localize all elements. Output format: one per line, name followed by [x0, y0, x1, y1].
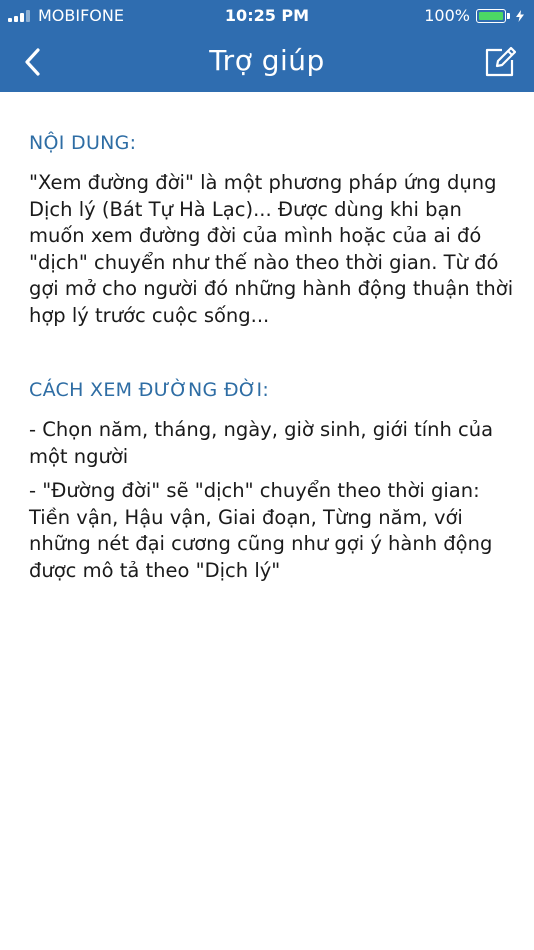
- status-bar: MOBIFONE 10:25 PM 100%: [0, 0, 534, 32]
- charging-icon: [516, 9, 524, 22]
- compose-icon: [485, 46, 516, 77]
- how-to-step-1: - Chọn năm, tháng, ngày, giờ sinh, giới …: [29, 418, 494, 468]
- how-to-step-2: - "Đường đời" sẽ "dịch" chuyển theo thời…: [29, 479, 493, 582]
- page-title: Trợ giúp: [209, 44, 325, 77]
- navigation-bar: Trợ giúp: [0, 32, 534, 92]
- help-content: NỘI DUNG: "Xem đường đời" là một phương …: [29, 132, 519, 584]
- section-heading-how-to: CÁCH XEM ĐƯỜNG ĐỜI:: [29, 379, 270, 401]
- help-screen: MOBIFONE 10:25 PM 100% Trợ giúp NỘI DUNG…: [0, 0, 534, 950]
- battery-fill: [479, 11, 503, 20]
- battery-icon: [476, 8, 506, 23]
- signal-icon: [8, 9, 32, 22]
- section-heading-content: NỘI DUNG:: [29, 132, 137, 154]
- status-right: 100%: [424, 6, 524, 25]
- chevron-left-icon: [25, 48, 40, 76]
- back-button[interactable]: [14, 44, 50, 80]
- carrier-label: MOBIFONE: [38, 6, 124, 25]
- battery-percent: 100%: [424, 6, 470, 25]
- compose-button[interactable]: [480, 42, 520, 82]
- battery-tip: [507, 12, 510, 19]
- status-left: MOBIFONE: [8, 6, 124, 25]
- content-paragraph: "Xem đường đời" là một phương pháp ứng d…: [29, 171, 514, 327]
